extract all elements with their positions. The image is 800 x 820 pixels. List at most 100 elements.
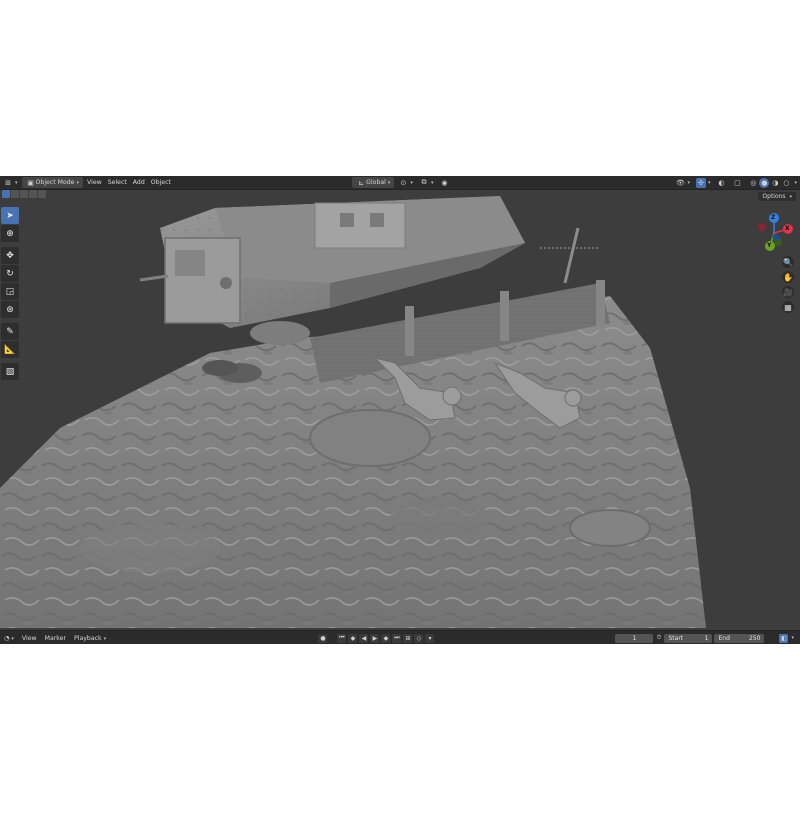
chevron-down-icon: ▾ — [103, 635, 107, 642]
gizmo-toggle[interactable]: ✣ ▾ — [693, 177, 714, 188]
grid-ortho-icon[interactable]: ▦ — [782, 301, 794, 313]
orientation-label: Global — [366, 179, 386, 186]
jump-end-icon[interactable]: ⏭ — [392, 633, 402, 643]
timeline-menu-playback[interactable]: Playback ▾ — [70, 635, 110, 642]
gizmo-axis-y: Y — [767, 242, 772, 249]
scale-icon[interactable]: ◲ — [1, 283, 19, 300]
visibility-button[interactable]: 👁 ▾ — [672, 177, 693, 188]
hand-pan-icon[interactable]: ✋ — [782, 271, 794, 283]
clock-icon: ◔ — [4, 634, 10, 642]
start-label: Start — [668, 634, 684, 642]
chevron-down-icon: ▾ — [387, 179, 391, 186]
keyframe-icon[interactable]: ◇ — [414, 633, 424, 643]
timeline-menu-marker[interactable]: Marker — [41, 635, 70, 642]
xray-toggle[interactable]: ▢ — [729, 177, 745, 188]
add-cube-icon[interactable]: ▧ — [1, 363, 19, 380]
blender-window: ⊞ ▾ ▣ Object Mode ▾ View Select Add Objec… — [0, 176, 800, 644]
xray-icon: ▢ — [734, 178, 741, 187]
current-frame-field[interactable]: 1 — [615, 633, 654, 643]
rendered-shading-icon[interactable]: ○ — [781, 178, 791, 188]
3d-viewport-icon: ⊞ — [5, 178, 11, 187]
editor-switch-icon[interactable]: ◧ — [779, 633, 789, 643]
transform-orientation-dropdown[interactable]: ⊾ Global ▾ — [352, 177, 395, 188]
chevron-down-icon[interactable]: ▾ — [794, 180, 797, 186]
orientation-icon: ⊾ — [358, 178, 365, 187]
snap-button[interactable]: ⧉ ▾ — [416, 177, 437, 188]
zoom-icon[interactable]: 🔍 — [782, 256, 794, 268]
measure-icon[interactable]: 📐 — [1, 341, 19, 358]
snap-icon: ⧉ — [421, 178, 427, 186]
gizmo-icon: ✣ — [695, 177, 706, 188]
editor-type-button[interactable]: ⊞ ▾ — [0, 177, 21, 188]
overlay-icon: ◐ — [718, 178, 725, 187]
tool-shelf: ➤ ⊕ ✥ ↻ ◲ ⊛ ✎ 📐 ▧ — [1, 207, 19, 380]
stopwatch-icon[interactable]: ⏱ — [654, 634, 663, 643]
transform-icon[interactable]: ⊛ — [1, 301, 19, 318]
jump-keyframe-back-icon[interactable]: ◆ — [348, 633, 358, 643]
select-subtract-icon[interactable] — [20, 190, 28, 198]
tool-separator — [1, 243, 19, 246]
camera-icon[interactable]: 🎥 — [782, 286, 794, 298]
viewport-header: ⊞ ▾ ▣ Object Mode ▾ View Select Add Objec… — [0, 176, 800, 190]
menu-view[interactable]: View — [84, 177, 105, 188]
3d-viewport[interactable] — [0, 188, 800, 632]
tool-separator — [1, 319, 19, 322]
chevron-down-icon: ▾ — [76, 179, 80, 186]
end-frame-field[interactable]: End 250 — [714, 633, 765, 643]
select-invert-icon[interactable] — [29, 190, 37, 198]
annotate-icon[interactable]: ✎ — [1, 323, 19, 340]
timeline-header: ◔ ▾ View Marker Playback ▾ ● ⏮ ◆ ◀ ▶ ◆ ⏭ ⊞… — [0, 630, 800, 644]
material-shading-icon[interactable]: ◑ — [770, 178, 780, 188]
pivot-icon: ⊙ — [400, 178, 407, 187]
wireframe-shading-icon[interactable]: ◎ — [748, 178, 758, 188]
chevron-down-icon: ▾ — [11, 635, 14, 642]
keying-set-icon[interactable]: ⊞ — [403, 633, 413, 643]
timeline-editor-type[interactable]: ◔ ▾ — [0, 635, 18, 642]
sculpt-scene — [0, 196, 706, 628]
end-label: End — [718, 634, 730, 642]
move-icon[interactable]: ✥ — [1, 247, 19, 264]
solid-shading-icon[interactable]: ● — [759, 177, 770, 188]
rotate-icon[interactable]: ↻ — [1, 265, 19, 282]
proportional-edit-button[interactable]: ◉ — [436, 177, 452, 188]
mode-dropdown[interactable]: ▣ Object Mode ▾ — [21, 177, 84, 188]
mode-label: Object Mode — [35, 179, 75, 186]
start-frame-field[interactable]: Start 1 — [664, 633, 713, 643]
tool-separator — [1, 359, 19, 362]
timeline-menu-view[interactable]: View — [18, 635, 41, 642]
select-intersect-icon[interactable] — [38, 190, 46, 198]
overlay-toggle[interactable]: ◐ — [713, 177, 729, 188]
cursor-icon[interactable]: ⊕ — [1, 225, 19, 242]
pivot-point-button[interactable]: ⊙ ▾ — [395, 177, 416, 188]
chevron-down-icon[interactable]: ▾ — [791, 635, 794, 641]
auto-keying-icon[interactable]: ● — [318, 633, 328, 643]
chevron-down-icon: ▾ — [430, 179, 434, 186]
selection-mode-buttons — [0, 190, 46, 200]
proportional-icon: ◉ — [441, 178, 448, 187]
chevron-down-icon: ▾ — [707, 179, 711, 186]
play-reverse-icon[interactable]: ◀ — [359, 633, 369, 643]
keying-dropdown-icon[interactable]: ▾ — [425, 633, 435, 643]
options-dropdown[interactable]: Options ▾ — [758, 192, 796, 201]
menu-add[interactable]: Add — [130, 177, 148, 188]
jump-start-icon[interactable]: ⏮ — [337, 633, 347, 643]
gizmo-axis-z: Z — [771, 214, 776, 221]
end-value: 250 — [749, 634, 761, 642]
shading-group: ◎ ● ◑ ○ ▾ — [745, 177, 800, 188]
menu-select[interactable]: Select — [105, 177, 130, 188]
play-icon[interactable]: ▶ — [370, 633, 380, 643]
chevron-down-icon: ▾ — [15, 179, 18, 186]
object-mode-icon: ▣ — [27, 178, 34, 187]
select-new-icon[interactable] — [2, 190, 10, 198]
menu-object[interactable]: Object — [148, 177, 174, 188]
start-value: 1 — [704, 634, 709, 642]
chevron-down-icon: ▾ — [410, 179, 413, 186]
playback-label: Playback — [74, 634, 102, 642]
current-frame-value: 1 — [632, 634, 637, 642]
gizmo-axis-x: X — [785, 225, 790, 232]
options-label: Options — [762, 193, 786, 200]
navigation-gizmo[interactable]: Z X Y — [754, 212, 794, 252]
select-extend-icon[interactable] — [11, 190, 19, 198]
select-box-icon[interactable]: ➤ — [1, 207, 19, 224]
jump-keyframe-forward-icon[interactable]: ◆ — [381, 633, 391, 643]
